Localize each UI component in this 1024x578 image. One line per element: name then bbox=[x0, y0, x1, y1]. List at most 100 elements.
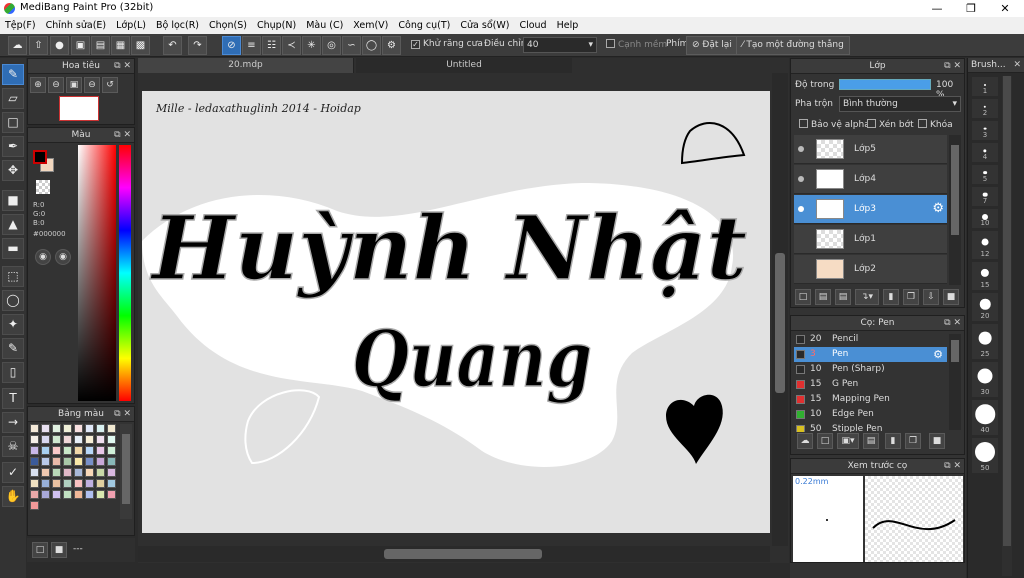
brush-size-item[interactable]: 40 bbox=[971, 399, 999, 436]
palette-swatch[interactable] bbox=[52, 435, 61, 444]
palette-swatch[interactable] bbox=[74, 490, 83, 499]
comment-icon[interactable]: ● bbox=[50, 36, 69, 55]
cloud-brush-icon[interactable]: ☁ bbox=[797, 433, 813, 449]
palette-swatch[interactable] bbox=[96, 424, 105, 433]
eye-icon[interactable] bbox=[798, 146, 804, 152]
brush-size-item[interactable]: 4 bbox=[971, 142, 999, 163]
antialias-checkbox[interactable]: ✓ Khử răng cưa bbox=[411, 39, 483, 49]
document-canvas[interactable]: Mille - ledaxathuglinh 2014 - Hoidap Huỳ… bbox=[142, 91, 770, 533]
gear-icon[interactable]: ⚙ bbox=[933, 347, 943, 362]
tab-20-mdp[interactable]: 20.mdp bbox=[138, 58, 354, 73]
palette-icon[interactable]: ◉ bbox=[35, 249, 51, 265]
adjust-select[interactable]: 40 ▾ bbox=[523, 37, 597, 53]
tab-untitled[interactable]: Untitled bbox=[356, 58, 572, 73]
palette-scrollbar[interactable] bbox=[120, 424, 132, 519]
layer-scrollbar[interactable] bbox=[949, 135, 961, 285]
palette-swatch[interactable] bbox=[107, 424, 116, 433]
palette-swatch[interactable] bbox=[41, 457, 50, 466]
brush-size-item[interactable]: 5 bbox=[971, 164, 999, 185]
gear-icon[interactable]: ⚙ bbox=[932, 201, 944, 216]
reset-button[interactable]: ⊘ Đặt lại bbox=[686, 36, 738, 55]
brush-size-item[interactable]: 30 bbox=[971, 361, 999, 398]
transparent-color-swatch[interactable] bbox=[36, 180, 50, 194]
new-layer-icon[interactable]: □ bbox=[795, 289, 811, 305]
palette-swatch[interactable] bbox=[107, 446, 116, 455]
vanish-snap-icon[interactable]: ≺ bbox=[282, 36, 301, 55]
palette-swatch[interactable] bbox=[52, 468, 61, 477]
duplicate-layer-icon[interactable]: ❐ bbox=[903, 289, 919, 305]
lock-checkbox[interactable]: Khóa bbox=[918, 119, 953, 130]
folder-icon[interactable]: ▮ bbox=[885, 433, 901, 449]
brush-settings-icon[interactable]: ▤ bbox=[863, 433, 879, 449]
navigator-thumbnail[interactable] bbox=[59, 96, 99, 121]
palette-swatch[interactable] bbox=[30, 501, 39, 510]
horizontal-scrollbar[interactable] bbox=[138, 546, 770, 562]
brushsize-scrollbar[interactable] bbox=[1002, 76, 1012, 576]
brush-tool-icon[interactable]: ✎ bbox=[2, 64, 24, 85]
brush-scroll-thumb[interactable] bbox=[951, 340, 959, 362]
merge-layer-icon[interactable]: ⇩ bbox=[923, 289, 939, 305]
brush-size-item[interactable]: 7 bbox=[971, 186, 999, 207]
snap-settings-icon[interactable]: ⚙ bbox=[382, 36, 401, 55]
trash-icon[interactable]: ■ bbox=[943, 289, 959, 305]
brush-size-item[interactable]: 15 bbox=[971, 261, 999, 291]
straight-line-button[interactable]: ⁄ Tạo một đường thẳng bbox=[736, 36, 850, 55]
lasso-tool-icon[interactable]: ◯ bbox=[2, 290, 24, 311]
palette-swatch[interactable] bbox=[41, 435, 50, 444]
new-halftone-layer-icon[interactable]: ▤ bbox=[815, 289, 831, 305]
zoom-out-icon[interactable]: ⊖ bbox=[48, 77, 64, 93]
palette-swatch[interactable] bbox=[96, 457, 105, 466]
panel-close-icon[interactable]: ⧉ ✕ bbox=[944, 316, 961, 331]
ellipse-snap-icon[interactable]: ◯ bbox=[362, 36, 381, 55]
eye-icon[interactable] bbox=[798, 176, 804, 182]
menu-edit[interactable]: Chỉnh sửa(E) bbox=[41, 17, 112, 34]
layer-row-selected[interactable]: Lớp3 ⚙ bbox=[794, 195, 947, 224]
menu-filter[interactable]: Bộ lọc(R) bbox=[151, 17, 204, 34]
cross-snap-icon[interactable]: ☷ bbox=[262, 36, 281, 55]
pen-tool-icon[interactable]: ✒ bbox=[2, 136, 24, 157]
palette-swatch[interactable] bbox=[41, 468, 50, 477]
panel-close-icon[interactable]: ⧉ ✕ bbox=[114, 407, 131, 422]
hand-tool-icon[interactable]: ✋ bbox=[2, 486, 24, 507]
vertical-scroll-thumb[interactable] bbox=[775, 253, 785, 393]
brush-row[interactable]: 15 Mapping Pen bbox=[794, 392, 947, 407]
palette-swatch[interactable] bbox=[63, 446, 72, 455]
palette-swatch[interactable] bbox=[63, 435, 72, 444]
palette-swatch[interactable] bbox=[41, 479, 50, 488]
layer-row[interactable]: Lớp5 bbox=[794, 135, 947, 164]
palette-swatch[interactable] bbox=[107, 457, 116, 466]
palette-swatch[interactable] bbox=[30, 490, 39, 499]
eraser-tool-icon[interactable]: ▱ bbox=[2, 88, 24, 109]
duplicate-brush-icon[interactable]: ❐ bbox=[905, 433, 921, 449]
palette-swatch[interactable] bbox=[85, 479, 94, 488]
select-pen-tool-icon[interactable]: ✎ bbox=[2, 338, 24, 359]
palette-swatch[interactable] bbox=[107, 468, 116, 477]
palette-swatch[interactable] bbox=[74, 479, 83, 488]
brush-row[interactable]: 3 Pen ⚙ bbox=[794, 347, 947, 362]
color-set-icon[interactable]: ◉ bbox=[55, 249, 71, 265]
palette-swatch[interactable] bbox=[85, 424, 94, 433]
menu-snap[interactable]: Chụp(N) bbox=[252, 17, 301, 34]
panel-close-icon[interactable]: ✕ bbox=[1013, 58, 1021, 73]
palette-swatch[interactable] bbox=[85, 468, 94, 477]
chat-icon[interactable]: ▣ bbox=[71, 36, 90, 55]
palette-swatch[interactable] bbox=[41, 446, 50, 455]
gradient-tool-icon[interactable]: ▬ bbox=[2, 238, 24, 259]
new-palette-icon[interactable]: □ bbox=[32, 542, 48, 558]
palette-swatch[interactable] bbox=[74, 424, 83, 433]
palette-swatch[interactable] bbox=[74, 446, 83, 455]
brush-size-item[interactable]: 10 bbox=[971, 208, 999, 229]
menu-tools[interactable]: Công cụ(T) bbox=[393, 17, 455, 34]
dot-tool-icon[interactable]: □ bbox=[2, 112, 24, 133]
brushsize-scroll-thumb[interactable] bbox=[1003, 76, 1011, 546]
opacity-slider[interactable] bbox=[839, 79, 931, 90]
palette-swatch[interactable] bbox=[107, 435, 116, 444]
operation-tool-icon[interactable]: → bbox=[2, 412, 24, 433]
rotate-icon[interactable]: ↺ bbox=[102, 77, 118, 93]
palette-swatch[interactable] bbox=[52, 424, 61, 433]
trash-icon[interactable]: ■ bbox=[51, 542, 67, 558]
menu-layer[interactable]: Lớp(L) bbox=[111, 17, 151, 34]
layer-row[interactable]: Lớp1 bbox=[794, 225, 947, 254]
menu-help[interactable]: Help bbox=[552, 17, 584, 34]
add-layer-menu-icon[interactable]: ↴▾ bbox=[855, 289, 879, 305]
